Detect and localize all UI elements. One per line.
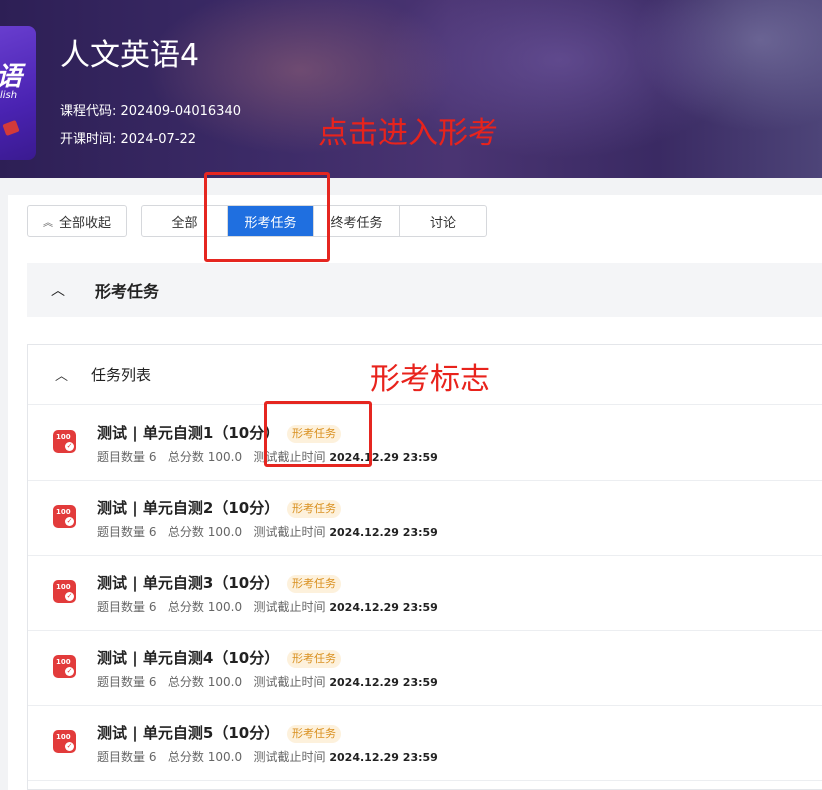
course-cover-image[interactable]: 语 lish — [0, 26, 36, 160]
quiz-100-icon: 100 ✓ — [53, 430, 76, 453]
total-score: 总分数 100.0 — [167, 450, 243, 464]
collapse-all-label: 全部收起 — [58, 215, 111, 231]
collapse-all-button[interactable]: ︽ 全部收起 — [27, 205, 127, 237]
total-score: 总分数 100.0 — [167, 525, 243, 539]
task-name[interactable]: 测试 | 单元自测4（10分） — [97, 647, 279, 668]
task-row[interactable]: 100 ✓ 测试 | 单元自测1（10分） 形考任务 题目数量 6 总分数 100… — [28, 406, 822, 481]
chevron-up-icon: ︿ — [51, 283, 65, 299]
formative-task-badge: 形考任务 — [287, 575, 341, 593]
formative-task-badge: 形考任务 — [287, 500, 341, 518]
formative-task-badge: 形考任务 — [287, 650, 341, 668]
course-code: 课程代码: 202409-04016340 — [60, 104, 241, 119]
question-count: 题目数量 6 — [97, 750, 157, 764]
task-row[interactable]: 100 ✓ 测试 | 单元自测5（10分） 形考任务 题目数量 6 总分数 100… — [28, 706, 822, 781]
task-row[interactable]: 100 ✓ 测试 | 单元自测2（10分） 形考任务 题目数量 6 总分数 100… — [28, 481, 822, 556]
quiz-100-icon: 100 ✓ — [53, 730, 76, 753]
cover-logo-mark — [2, 119, 20, 137]
task-meta: 题目数量 6 总分数 100.0 测试截止时间 2024.12.29 23:59 — [97, 673, 438, 690]
deadline-value: 2024.12.29 23:59 — [329, 751, 438, 764]
deadline-label: 测试截止时间 — [253, 675, 326, 689]
course-page: 语 lish 人文英语4 课程代码: 202409-04016340 开课时间:… — [0, 0, 822, 790]
question-count: 题目数量 6 — [97, 600, 157, 614]
task-meta: 题目数量 6 总分数 100.0 测试截止时间 2024.12.29 23:59 — [97, 748, 438, 765]
annotation-highlight-badge — [264, 401, 372, 467]
question-count: 题目数量 6 — [97, 525, 157, 539]
total-score: 总分数 100.0 — [167, 675, 243, 689]
deadline-value: 2024.12.29 23:59 — [329, 526, 438, 539]
task-row[interactable]: 100 ✓ 测试 | 单元自测4（10分） 形考任务 题目数量 6 总分数 100… — [28, 631, 822, 706]
deadline-label: 测试截止时间 — [253, 750, 326, 764]
deadline-label: 测试截止时间 — [253, 525, 326, 539]
question-count: 题目数量 6 — [97, 450, 157, 464]
course-start-date: 开课时间: 2024-07-22 — [60, 132, 197, 147]
task-name[interactable]: 测试 | 单元自测1（10分） — [97, 422, 279, 443]
section-formative-header[interactable]: ︿ 形考任务 — [27, 263, 822, 317]
quiz-100-icon: 100 ✓ — [53, 655, 76, 678]
cover-subtitle-text: lish — [0, 90, 18, 101]
annotation-badge-note: 形考标志 — [370, 362, 490, 397]
deadline-label: 测试截止时间 — [253, 600, 326, 614]
formative-task-badge: 形考任务 — [287, 725, 341, 743]
course-title: 人文英语4 — [60, 38, 200, 73]
task-list-title: 任务列表 — [91, 366, 152, 384]
quiz-100-icon: 100 ✓ — [53, 580, 76, 603]
task-name[interactable]: 测试 | 单元自测3（10分） — [97, 572, 279, 593]
double-chevron-up-icon: ︽ — [42, 217, 53, 229]
total-score: 总分数 100.0 — [167, 600, 243, 614]
task-row[interactable]: 100 ✓ 测试 | 单元自测3（10分） 形考任务 题目数量 6 总分数 100… — [28, 556, 822, 631]
tab-discussion[interactable]: 讨论 — [400, 206, 486, 236]
task-meta: 题目数量 6 总分数 100.0 测试截止时间 2024.12.29 23:59 — [97, 598, 438, 615]
task-name[interactable]: 测试 | 单元自测5（10分） — [97, 722, 279, 743]
section-title: 形考任务 — [95, 282, 160, 301]
deadline-value: 2024.12.29 23:59 — [329, 676, 438, 689]
task-list-container: ︿ 任务列表 100 ✓ 测试 | 单元自测1（10分） 形考任务 题目数量 6 … — [27, 344, 822, 790]
quiz-100-icon: 100 ✓ — [53, 505, 76, 528]
annotation-click-to-enter: 点击进入形考 — [318, 116, 498, 151]
total-score: 总分数 100.0 — [167, 750, 243, 764]
chevron-up-icon: ︿ — [55, 369, 69, 384]
question-count: 题目数量 6 — [97, 675, 157, 689]
cover-title-text: 语 — [0, 56, 22, 93]
task-name[interactable]: 测试 | 单元自测2（10分） — [97, 497, 279, 518]
task-meta: 题目数量 6 总分数 100.0 测试截止时间 2024.12.29 23:59 — [97, 523, 438, 540]
annotation-highlight-tab — [204, 172, 330, 262]
deadline-value: 2024.12.29 23:59 — [329, 601, 438, 614]
